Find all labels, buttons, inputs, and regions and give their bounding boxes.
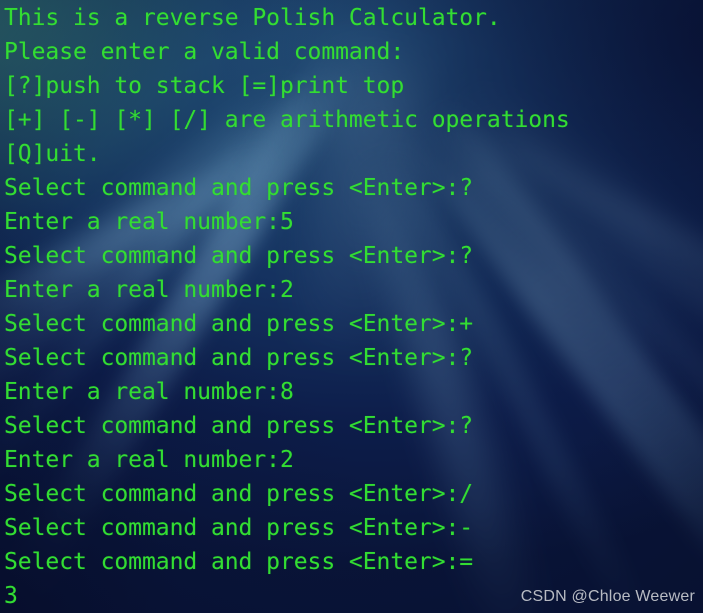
console-line: Select command and press <Enter>:- (4, 515, 474, 541)
console-line: Please enter a valid command: (4, 39, 405, 65)
terminal-output[interactable]: This is a reverse Polish Calculator. Ple… (0, 0, 703, 613)
console-line: Enter a real number:2 (4, 447, 294, 473)
console-line: Select command and press <Enter>:? (4, 345, 474, 371)
console-window[interactable]: This is a reverse Polish Calculator. Ple… (0, 0, 703, 613)
console-line: This is a reverse Polish Calculator. (4, 5, 501, 31)
watermark: CSDN @Chloe Weewer (520, 588, 695, 605)
console-line: Enter a real number:2 (4, 277, 294, 303)
console-line: [?]push to stack [=]print top (4, 73, 405, 99)
console-line: Select command and press <Enter>:/ (4, 481, 474, 507)
console-line: Select command and press <Enter>:= (4, 549, 474, 575)
console-line: Enter a real number:5 (4, 209, 294, 235)
console-line: [Q]uit. (4, 141, 101, 167)
console-line: Select command and press <Enter>:? (4, 413, 474, 439)
console-line: Select command and press <Enter>:+ (4, 311, 474, 337)
console-line: Select command and press <Enter>:? (4, 243, 474, 269)
console-line: Enter a real number:8 (4, 379, 294, 405)
console-line: [+] [-] [*] [/] are arithmetic operation… (4, 107, 570, 133)
console-line: Select command and press <Enter>:? (4, 175, 474, 201)
